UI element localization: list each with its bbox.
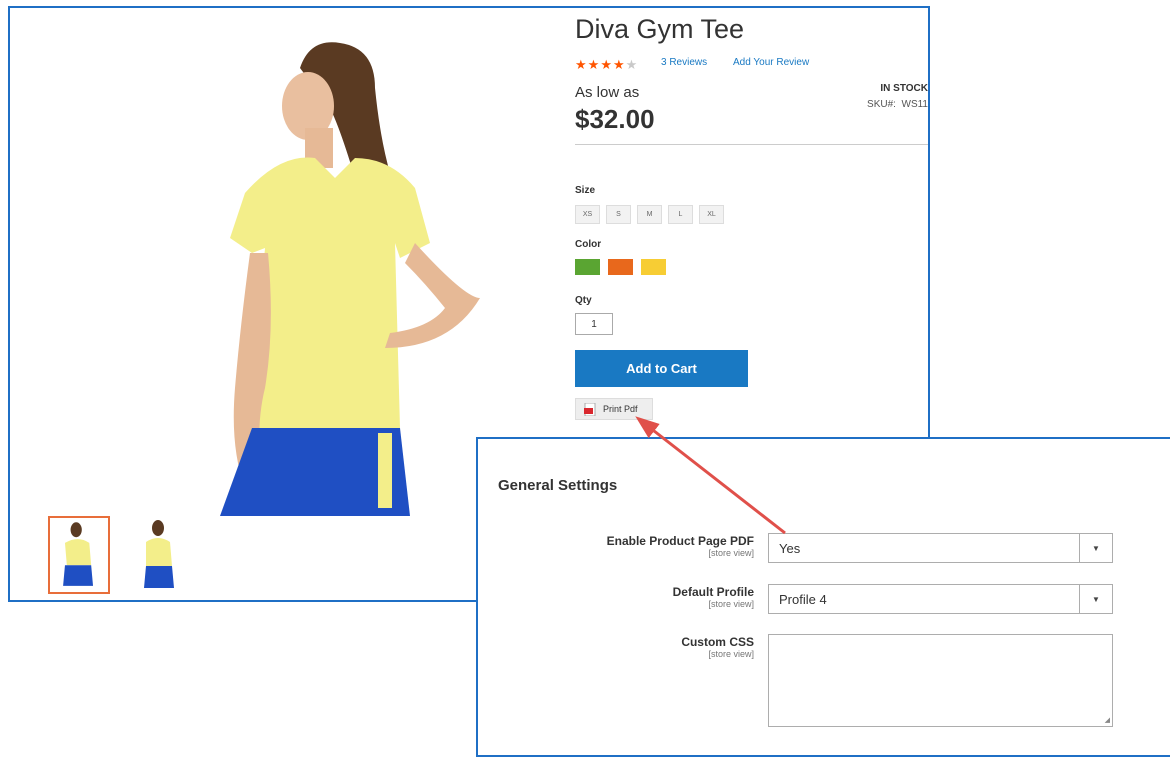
field-scope: [store view] xyxy=(708,548,754,558)
thumbnail-back[interactable] xyxy=(128,516,190,594)
enable-pdf-select[interactable]: Yes ▼ xyxy=(768,533,1113,563)
add-to-cart-button[interactable]: Add to Cart xyxy=(575,350,748,387)
stock-status: IN STOCK xyxy=(880,83,928,94)
size-option[interactable]: L xyxy=(668,205,693,224)
color-swatch-green[interactable] xyxy=(575,259,600,275)
star-icon: ★ xyxy=(600,57,612,72)
star-icon: ★ xyxy=(587,57,600,72)
divider xyxy=(575,144,928,145)
sku: SKU#: WS11 xyxy=(867,99,928,110)
default-profile-select[interactable]: Profile 4 ▼ xyxy=(768,584,1113,614)
field-label-text: Custom CSS xyxy=(681,635,754,649)
field-label-default-profile: Default Profile [store view] xyxy=(494,585,754,609)
qty-input[interactable]: 1 xyxy=(575,313,613,335)
size-option[interactable]: S xyxy=(606,205,631,224)
field-scope: [store view] xyxy=(708,599,754,609)
custom-css-textarea[interactable]: ◢ xyxy=(768,634,1113,727)
general-settings-panel: General Settings Enable Product Page PDF… xyxy=(476,437,1170,757)
size-label: Size xyxy=(575,185,596,196)
color-swatch-yellow[interactable] xyxy=(641,259,666,275)
pdf-icon xyxy=(584,402,596,416)
as-low-as-label: As low as xyxy=(575,84,640,101)
size-option[interactable]: M xyxy=(637,205,662,224)
add-review-link[interactable]: Add Your Review xyxy=(733,57,809,68)
sku-value: WS11 xyxy=(901,99,929,110)
color-label: Color xyxy=(575,239,602,250)
dropdown-arrow-icon: ▼ xyxy=(1079,585,1112,613)
print-pdf-button[interactable]: Print Pdf xyxy=(575,398,653,420)
size-option[interactable]: XL xyxy=(699,205,724,224)
field-label-text: Enable Product Page PDF xyxy=(606,534,754,548)
field-scope: [store view] xyxy=(708,649,754,659)
color-swatch-orange[interactable] xyxy=(608,259,633,275)
resize-grip-icon[interactable]: ◢ xyxy=(1105,716,1110,724)
thumbnail-front[interactable] xyxy=(48,516,110,594)
product-price: $32.00 xyxy=(575,104,655,134)
size-option[interactable]: XS xyxy=(575,205,600,224)
product-title: Diva Gym Tee xyxy=(575,14,745,44)
select-value: Yes xyxy=(779,540,801,556)
color-options xyxy=(575,259,666,275)
field-label-text: Default Profile xyxy=(672,585,754,599)
select-value: Profile 4 xyxy=(779,591,827,607)
rating-stars: ★ ★ ★ ★ ★ xyxy=(575,57,637,73)
settings-title: General Settings xyxy=(498,477,618,494)
dropdown-arrow-icon: ▼ xyxy=(1079,534,1112,562)
field-label-custom-css: Custom CSS [store view] xyxy=(494,635,754,659)
star-empty-icon: ★ xyxy=(625,57,638,72)
reviews-link[interactable]: 3 Reviews xyxy=(661,57,707,68)
product-main-image xyxy=(220,42,480,516)
sku-label: SKU#: xyxy=(867,99,896,110)
print-pdf-label: Print Pdf xyxy=(603,404,638,414)
qty-label: Qty xyxy=(575,295,592,306)
star-icon: ★ xyxy=(575,57,587,72)
field-label-enable-pdf: Enable Product Page PDF [store view] xyxy=(494,534,754,558)
star-icon: ★ xyxy=(612,57,625,72)
size-options: XS S M L XL xyxy=(575,205,724,224)
